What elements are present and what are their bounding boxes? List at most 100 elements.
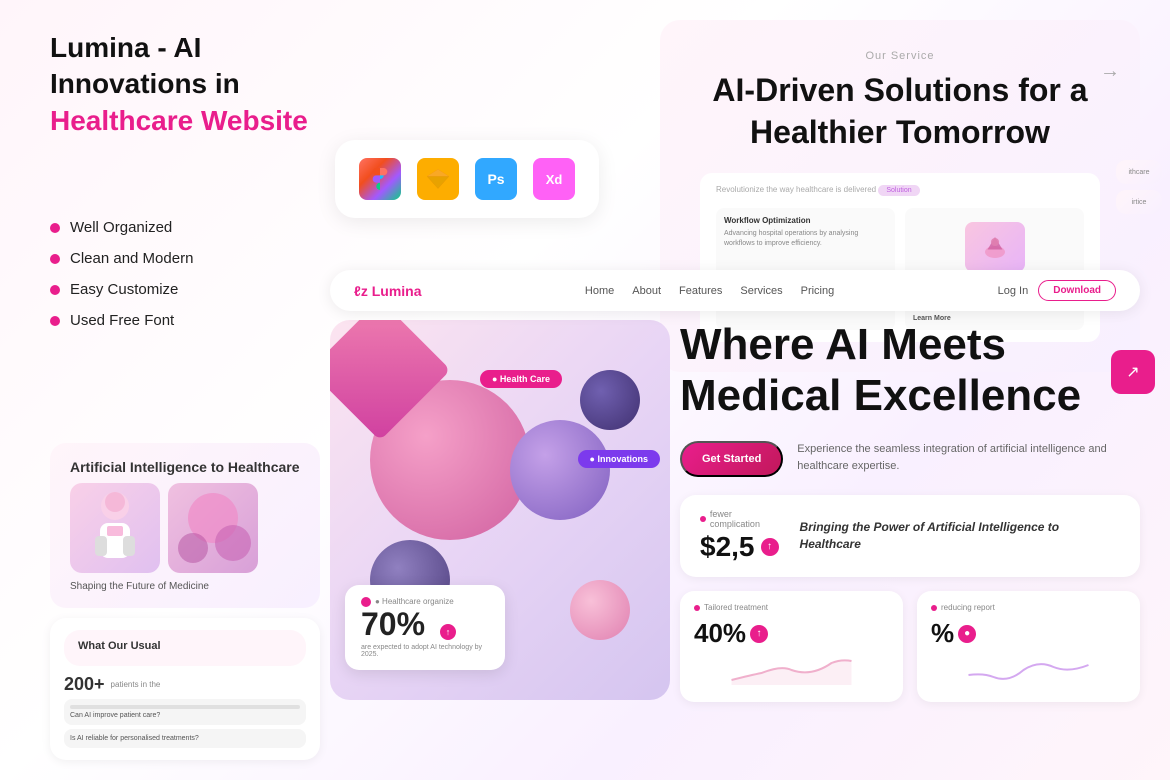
xd-icon: Xd xyxy=(533,158,575,200)
stat2-card: reducing report % ● xyxy=(917,591,1140,702)
service-card: Our Service AI-Driven Solutions for a He… xyxy=(660,20,1140,372)
power-text: Bringing the Power of Artificial Intelli… xyxy=(800,519,1120,553)
hero-main-title: Where AI Meets Medical Excellence xyxy=(680,320,1140,421)
nav-services[interactable]: Services xyxy=(740,285,782,297)
left-panel: Lumina - AI Innovations in Healthcare We… xyxy=(50,30,330,343)
title-part2: Healthcare Website xyxy=(50,105,308,136)
strip-item-1: ithcare xyxy=(1116,160,1162,184)
right-strip: ithcare irtice xyxy=(1116,160,1162,214)
get-started-button[interactable]: Get Started xyxy=(680,441,783,477)
price-dot xyxy=(700,516,706,522)
shape-dark2 xyxy=(580,370,640,430)
service-title: AI-Driven Solutions for a Healthier Tomo… xyxy=(700,70,1100,153)
shape-small-pink xyxy=(570,580,630,640)
right-hero-panel: Where AI Meets Medical Excellence Get St… xyxy=(680,320,1140,702)
pink-arrow-button[interactable]: ↗ xyxy=(1111,350,1155,394)
hero-title-line2: Medical Excellence xyxy=(680,371,1081,420)
stat1-label: Tailored treatment xyxy=(694,603,889,612)
innovations-tag: ● Innovations xyxy=(578,450,660,468)
download-button[interactable]: Download xyxy=(1038,280,1116,301)
service-mini-ui: Revolutionize the way healthcare is deli… xyxy=(700,173,1100,342)
login-link[interactable]: Log In xyxy=(998,285,1029,297)
stat2-dot xyxy=(931,605,937,611)
figma-icon xyxy=(359,158,401,200)
stats-percent: 70% ↑ xyxy=(361,607,489,642)
what-our-text: What Our xyxy=(78,640,128,652)
nav-pricing[interactable]: Pricing xyxy=(801,285,835,297)
sketch-icon xyxy=(417,158,459,200)
nav-features[interactable]: Features xyxy=(679,285,722,297)
feature-label: Well Organized xyxy=(70,219,172,236)
price-arrow-icon: ↑ xyxy=(761,538,779,556)
feature-label: Easy Customize xyxy=(70,281,178,298)
mobile-mini-content: 200+ patients in the Can AI improve pati… xyxy=(64,674,306,748)
navbar-actions: Log In Download xyxy=(998,280,1116,301)
nav-about[interactable]: About xyxy=(632,285,661,297)
ai-image-1 xyxy=(70,483,160,573)
q2-card: Is AI reliable for personalised treatmen… xyxy=(64,729,306,748)
stats-card: ● Healthcare organize 70% ↑ are expected… xyxy=(345,585,505,670)
stat2-value: % ● xyxy=(931,618,1126,649)
price-card: fewer complication $2,5 ↑ Bringing the P… xyxy=(680,495,1140,577)
features-list: Well Organized Clean and Modern Easy Cus… xyxy=(50,219,330,329)
nav-home[interactable]: Home xyxy=(585,285,614,297)
ai-medical-card: AI-Powered Medical Advanced analysis of … xyxy=(905,208,1084,330)
workflow-title: Workflow Optimization xyxy=(724,216,887,225)
get-started-desc: Experience the seamless integration of a… xyxy=(797,441,1140,474)
q1-line xyxy=(70,705,300,709)
price-label-text: fewer complication xyxy=(710,509,784,529)
solution-button[interactable]: Solution xyxy=(878,185,919,196)
stat1-chart xyxy=(694,655,889,685)
stat2-label: reducing report xyxy=(931,603,1126,612)
price-label: fewer complication xyxy=(700,509,784,529)
health-care-tag: ● Health Care xyxy=(480,370,562,388)
stat2-amount: % xyxy=(931,618,954,649)
health-care-label: ● Health Care xyxy=(492,374,550,384)
mobile-preview: What Our Usual 200+ patients in the Can … xyxy=(50,618,320,760)
what-our-card: What Our Usual xyxy=(64,630,306,666)
shaping-label: Shaping the Future of Medicine xyxy=(70,581,300,592)
ps-icon: Ps xyxy=(475,158,517,200)
q1-card: Can AI improve patient care? xyxy=(64,699,306,725)
price-amount: $2,5 xyxy=(700,531,755,563)
innovations-label: ● Innovations xyxy=(590,454,648,464)
shapes-container: ● Health Care ● Innovations ● Healthcare… xyxy=(330,320,670,700)
stats-arrow-icon: ↑ xyxy=(440,624,456,640)
navbar: ℓz Lumina Home About Features Services P… xyxy=(330,270,1140,311)
feature-label: Clean and Modern xyxy=(70,250,193,267)
price-info: fewer complication $2,5 ↑ xyxy=(700,509,784,563)
bottom-stats: Tailored treatment 40% ↑ reducing report xyxy=(680,591,1140,702)
q1-text: Can AI improve patient care? xyxy=(70,712,300,719)
bullet-dot xyxy=(50,285,60,295)
navbar-nav: Home About Features Services Pricing xyxy=(585,285,834,297)
get-started-row: Get Started Experience the seamless inte… xyxy=(680,441,1140,477)
patient-label: patients in the xyxy=(111,680,161,689)
page-content: Lumina - AI Innovations in Healthcare We… xyxy=(0,0,1170,780)
service-mini-cards: Workflow Optimization Advancing hospital… xyxy=(716,208,1084,330)
stat2-label-text: reducing report xyxy=(941,603,995,612)
feature-label: Used Free Font xyxy=(70,312,174,329)
stat2-chart xyxy=(931,655,1126,685)
price-value: $2,5 ↑ xyxy=(700,531,784,563)
ai-medical-image xyxy=(965,222,1025,272)
title-part1: Lumina - AI Innovations in xyxy=(50,32,240,99)
revolutionize-text: Revolutionize the way healthcare is deli… xyxy=(716,185,876,194)
ai-image-2 xyxy=(168,483,258,573)
workflow-desc: Advancing hospital operations by analysi… xyxy=(724,229,887,249)
strip-item-2: irtice xyxy=(1116,190,1162,214)
patient-count: 200+ xyxy=(64,674,105,695)
stat2-arrow-icon: ● xyxy=(958,625,976,643)
bullet-dot xyxy=(50,254,60,264)
bullet-dot xyxy=(50,223,60,233)
workflow-card: Workflow Optimization Advancing hospital… xyxy=(716,208,895,330)
stat1-amount: 40% xyxy=(694,618,746,649)
arrow-icon: → xyxy=(1100,60,1120,83)
service-label: Our Service xyxy=(700,50,1100,62)
xd-label: Xd xyxy=(546,172,563,187)
stats-desc: are expected to adopt AI technology by 2… xyxy=(361,644,489,658)
ai-card-title: Artificial Intelligence to Healthcare xyxy=(70,459,300,475)
service-mini-header: Revolutionize the way healthcare is deli… xyxy=(716,185,1084,202)
main-title: Lumina - AI Innovations in Healthcare We… xyxy=(50,30,330,139)
tool-icons-panel: Ps Xd xyxy=(335,140,599,218)
left-bottom-panel: Artificial Intelligence to Healthcare xyxy=(50,443,320,760)
